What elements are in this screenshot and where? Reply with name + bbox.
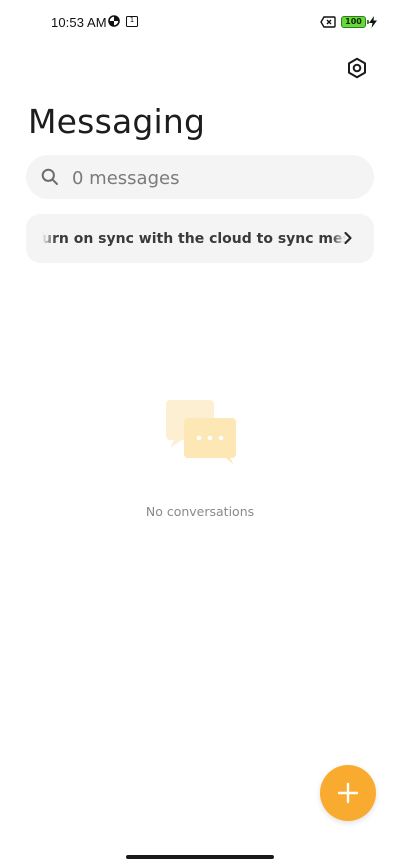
calendar-day: 1 <box>129 16 135 24</box>
search-input[interactable]: 0 messages <box>72 168 179 189</box>
settings-button[interactable] <box>341 52 373 84</box>
new-message-button[interactable] <box>320 765 376 821</box>
sync-banner-text: Turn on sync with the cloud to sync mess… <box>42 231 346 247</box>
plus-icon <box>337 782 359 804</box>
settings-hexagon-icon <box>348 57 366 79</box>
calendar-notification-icon: 1 <box>126 16 138 27</box>
sync-cloud-banner[interactable]: Turn on sync with the cloud to sync mess… <box>26 214 374 263</box>
battery-icon: 100 <box>341 16 369 28</box>
sync-text-clip: Turn on sync with the cloud to sync mess… <box>42 214 346 263</box>
sim-error-icon <box>320 16 336 28</box>
search-bar[interactable]: 0 messages <box>26 155 374 199</box>
status-bar: 10:53 AM 1 100 <box>0 0 400 44</box>
chat-bubbles-icon <box>166 400 236 465</box>
empty-state-text: No conversations <box>145 504 255 519</box>
home-indicator[interactable] <box>126 855 274 859</box>
chevron-right-icon <box>344 231 352 245</box>
status-time: 10:53 AM <box>51 15 107 30</box>
search-icon <box>41 168 58 185</box>
charging-bolt-icon <box>369 16 377 28</box>
page-title: Messaging <box>28 102 206 141</box>
battery-level: 100 <box>345 17 362 26</box>
data-saver-icon <box>108 15 120 27</box>
sync-fade-left <box>42 214 56 263</box>
